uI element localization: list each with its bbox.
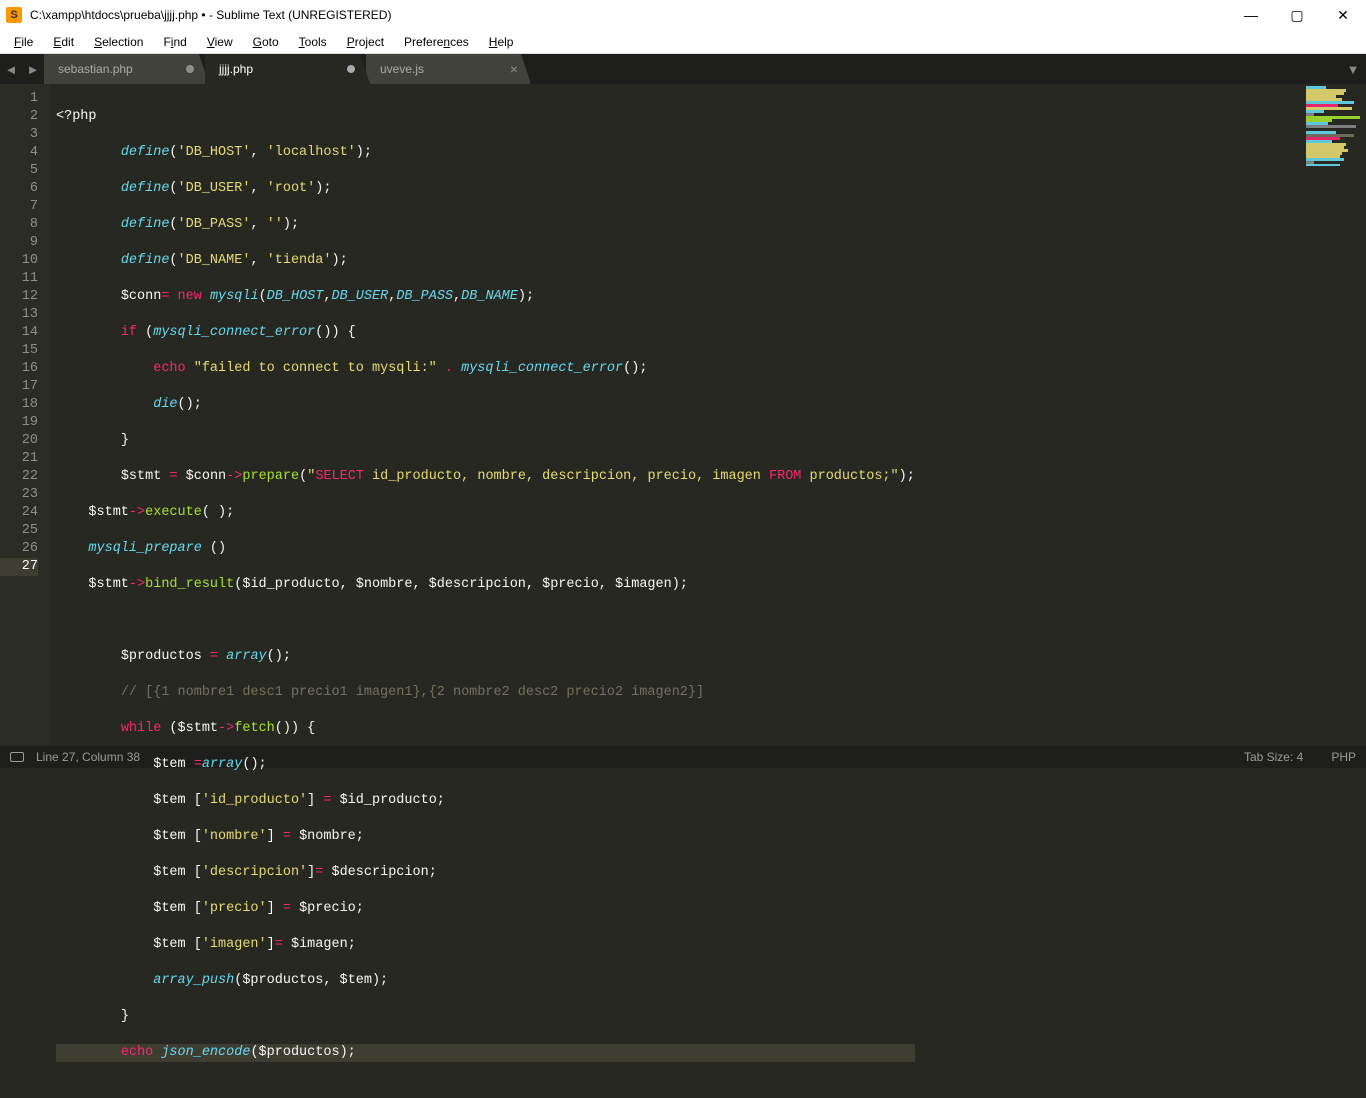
menu-bar: File Edit Selection Find View Goto Tools… xyxy=(0,30,1366,54)
menu-tools[interactable]: Tools xyxy=(289,32,337,52)
code-content[interactable]: <?php define('DB_HOST', 'localhost'); de… xyxy=(50,84,915,746)
menu-view[interactable]: View xyxy=(197,32,243,52)
tab-label: uveve.js xyxy=(380,62,424,76)
tab-sebastian[interactable]: sebastian.php xyxy=(44,54,209,84)
status-language[interactable]: PHP xyxy=(1331,750,1356,764)
tab-uveve[interactable]: uveve.js × xyxy=(366,54,531,84)
tab-label: jjjj.php xyxy=(219,62,253,76)
close-button[interactable]: ✕ xyxy=(1320,0,1366,30)
app-icon: S xyxy=(6,7,22,23)
tab-bar: ◄ ► sebastian.php jjjj.php uveve.js × ▼ xyxy=(0,54,1366,84)
editor-area[interactable]: 1 2 3 4 5 6 7 8 9 10 11 12 13 14 15 16 1… xyxy=(0,84,1366,746)
menu-project[interactable]: Project xyxy=(337,32,394,52)
menu-file[interactable]: File xyxy=(4,32,43,52)
dirty-indicator-icon xyxy=(347,65,355,73)
menu-preferences[interactable]: Preferences xyxy=(394,32,479,52)
tab-nav-fwd-icon[interactable]: ► xyxy=(22,54,44,84)
tab-overflow-icon[interactable]: ▼ xyxy=(1340,54,1366,84)
menu-help[interactable]: Help xyxy=(479,32,524,52)
tab-jjjj[interactable]: jjjj.php xyxy=(205,54,370,84)
dirty-indicator-icon xyxy=(186,65,194,73)
window-titlebar: S C:\xampp\htdocs\prueba\jjjj.php • - Su… xyxy=(0,0,1366,30)
menu-goto[interactable]: Goto xyxy=(243,32,289,52)
maximize-button[interactable]: ▢ xyxy=(1274,0,1320,30)
tab-nav-back-icon[interactable]: ◄ xyxy=(0,54,22,84)
menu-find[interactable]: Find xyxy=(153,32,196,52)
panel-switcher-icon[interactable] xyxy=(10,752,24,762)
status-tabsize[interactable]: Tab Size: 4 xyxy=(1244,750,1303,764)
line-gutter: 1 2 3 4 5 6 7 8 9 10 11 12 13 14 15 16 1… xyxy=(0,84,50,746)
minimap[interactable] xyxy=(1304,86,1364,166)
tab-label: sebastian.php xyxy=(58,62,133,76)
menu-selection[interactable]: Selection xyxy=(84,32,153,52)
tab-close-icon[interactable]: × xyxy=(510,61,518,77)
minimize-button[interactable]: ― xyxy=(1228,0,1274,30)
window-title: C:\xampp\htdocs\prueba\jjjj.php • - Subl… xyxy=(30,8,1228,22)
menu-edit[interactable]: Edit xyxy=(43,32,84,52)
